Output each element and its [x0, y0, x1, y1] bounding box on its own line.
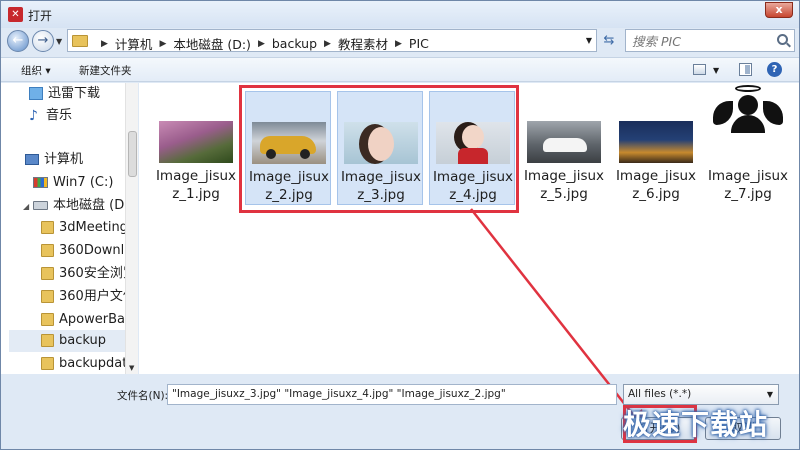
- sidebar-scrollbar[interactable]: ▼: [125, 83, 138, 374]
- scroll-down-icon[interactable]: ▼: [129, 364, 134, 372]
- scrollbar-thumb[interactable]: [128, 131, 137, 177]
- toolbar: 组织 ▾ 新建文件夹 ▼ ?: [1, 57, 799, 82]
- file-item[interactable]: Image_jisuxz_4.jpg: [429, 91, 515, 205]
- windows-drive-icon: [33, 177, 48, 188]
- filename-input[interactable]: "Image_jisuxz_3.jpg" "Image_jisuxz_4.jpg…: [167, 384, 617, 405]
- help-icon[interactable]: ?: [767, 62, 782, 77]
- chevron-down-icon: ▼: [766, 390, 773, 399]
- breadcrumb-pic[interactable]: PIC: [409, 36, 429, 51]
- open-file-dialog: ✕ 打开 x ← → ▼ ▶ 计算机 ▶ 本地磁盘 (D:) ▶ backup …: [0, 0, 800, 450]
- window-title: 打开: [28, 9, 53, 23]
- file-name: Image_jisuxz_6.jpg: [615, 168, 697, 202]
- search-input[interactable]: [632, 34, 772, 49]
- file-name: Image_jisuxz_5.jpg: [523, 168, 605, 202]
- search-box[interactable]: [625, 29, 795, 52]
- address-row: ← → ▼ ▶ 计算机 ▶ 本地磁盘 (D:) ▶ backup ▶ 教程素材 …: [1, 28, 799, 55]
- expand-arrow-icon[interactable]: ◢: [23, 202, 29, 211]
- drive-icon: [33, 201, 48, 210]
- folder-icon: [41, 244, 54, 257]
- breadcrumb-tutorial[interactable]: 教程素材: [338, 34, 388, 53]
- filetype-value: All files (*.*): [628, 388, 692, 400]
- image-thumbnail: [344, 122, 418, 164]
- image-thumbnail: [436, 122, 510, 164]
- breadcrumb: ▶ 计算机 ▶ 本地磁盘 (D:) ▶ backup ▶ 教程素材 ▶ PIC: [94, 34, 429, 53]
- folder-icon: [41, 334, 54, 347]
- folder-icon: [41, 267, 54, 280]
- folder-icon: [72, 35, 88, 47]
- preview-pane-icon[interactable]: [739, 63, 752, 76]
- folder-icon: [41, 357, 54, 370]
- organize-button[interactable]: 组织 ▾: [21, 63, 51, 78]
- sidebar-item-folder[interactable]: ApowerBa: [41, 309, 125, 331]
- computer-icon: [25, 154, 39, 165]
- address-dropdown-icon[interactable]: ▼: [586, 36, 592, 45]
- sidebar-item-drive-d[interactable]: 本地磁盘 (D:): [33, 195, 134, 217]
- breadcrumb-computer[interactable]: 计算机: [115, 34, 153, 53]
- forward-button[interactable]: →: [32, 30, 54, 52]
- filetype-select[interactable]: All files (*.*) ▼: [623, 384, 779, 405]
- breadcrumb-separator-icon[interactable]: ▶: [101, 39, 108, 49]
- folder-icon: [41, 313, 54, 326]
- watermark: 极速下载站: [623, 408, 769, 441]
- folder-icon: [41, 221, 54, 234]
- view-options-icon[interactable]: [693, 64, 706, 75]
- file-item[interactable]: Image_jisuxz_7.jpg: [705, 85, 791, 205]
- sidebar-item-folder[interactable]: 360Downlo: [41, 240, 132, 262]
- sidebar-item-folder[interactable]: backupdat: [41, 353, 127, 374]
- file-name: Image_jisuxz_2.jpg: [248, 169, 330, 203]
- breadcrumb-separator-icon[interactable]: ▶: [395, 39, 402, 49]
- file-name: Image_jisuxz_3.jpg: [340, 169, 422, 203]
- navigation-pane[interactable]: 迅雷下载 ♪ 音乐 计算机 Win7 (C:) ◢ 本地磁盘 (D:) 3dMee…: [1, 83, 138, 374]
- file-name: Image_jisuxz_4.jpg: [432, 169, 514, 203]
- sidebar-item-folder[interactable]: 360安全浏览: [41, 263, 136, 285]
- file-name: Image_jisuxz_1.jpg: [155, 168, 237, 202]
- filename-label: 文件名(N):: [117, 390, 169, 402]
- sidebar-item-win7-c[interactable]: Win7 (C:): [33, 172, 113, 194]
- breadcrumb-drive-d[interactable]: 本地磁盘 (D:): [173, 34, 251, 53]
- sidebar-item-folder[interactable]: 360用户文件: [41, 286, 136, 308]
- address-bar[interactable]: ▶ 计算机 ▶ 本地磁盘 (D:) ▶ backup ▶ 教程素材 ▶ PIC …: [67, 29, 597, 52]
- sidebar-item-backup[interactable]: backup: [9, 330, 125, 352]
- file-name: Image_jisuxz_7.jpg: [707, 168, 789, 202]
- refresh-button[interactable]: ⇆: [599, 31, 619, 51]
- title-bar: ✕ 打开 x: [1, 1, 799, 28]
- file-item[interactable]: Image_jisuxz_3.jpg: [337, 91, 423, 205]
- sidebar-item-music[interactable]: ♪ 音乐: [29, 105, 72, 127]
- search-icon[interactable]: [777, 34, 788, 45]
- image-thumbnail: [619, 121, 693, 163]
- close-button[interactable]: x: [765, 2, 793, 18]
- file-item[interactable]: Image_jisuxz_6.jpg: [613, 91, 699, 205]
- sidebar-item-folder[interactable]: 3dMeeting: [41, 217, 128, 239]
- music-icon: ♪: [29, 107, 38, 124]
- breadcrumb-separator-icon[interactable]: ▶: [258, 39, 265, 49]
- breadcrumb-separator-icon[interactable]: ▶: [324, 39, 331, 49]
- view-dropdown-icon[interactable]: ▼: [713, 66, 719, 75]
- sidebar-item-xunlei-download[interactable]: 迅雷下载: [29, 83, 100, 105]
- image-thumbnail: [252, 122, 326, 164]
- file-item[interactable]: Image_jisuxz_2.jpg: [245, 91, 331, 205]
- image-thumbnail: [711, 85, 785, 163]
- breadcrumb-backup[interactable]: backup: [272, 36, 317, 51]
- back-button[interactable]: ←: [7, 30, 29, 52]
- new-folder-button[interactable]: 新建文件夹: [79, 63, 132, 78]
- app-icon: ✕: [8, 7, 23, 22]
- sidebar-item-computer[interactable]: 计算机: [25, 149, 83, 171]
- image-thumbnail: [159, 121, 233, 163]
- breadcrumb-separator-icon[interactable]: ▶: [159, 39, 166, 49]
- folder-icon: [41, 290, 54, 303]
- file-item[interactable]: Image_jisuxz_1.jpg: [153, 91, 239, 205]
- file-item[interactable]: Image_jisuxz_5.jpg: [521, 91, 607, 205]
- history-dropdown-icon[interactable]: ▼: [56, 37, 62, 46]
- image-thumbnail: [527, 121, 601, 163]
- file-list[interactable]: Image_jisuxz_1.jpg Image_jisuxz_2.jpg Im…: [139, 83, 799, 374]
- download-folder-icon: [29, 87, 43, 100]
